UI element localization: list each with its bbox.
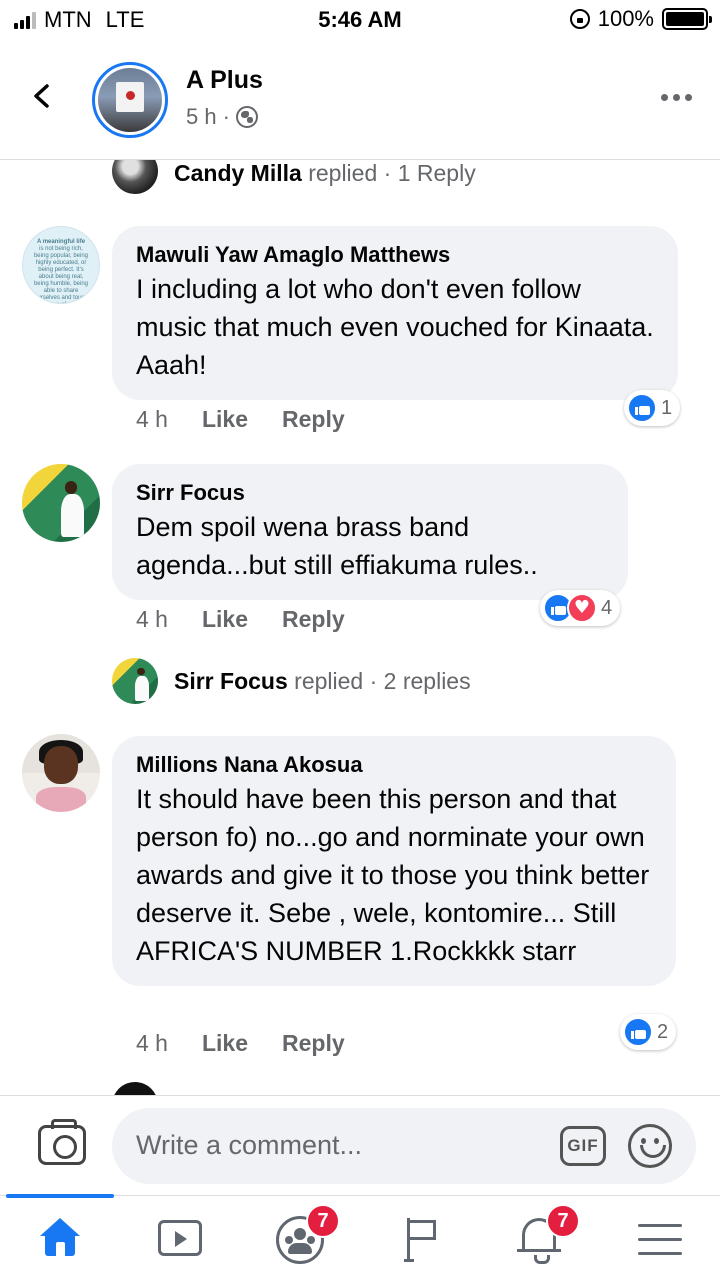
comment-author[interactable]: Millions Nana Akosua [136, 750, 652, 780]
comments-feed: Candy Milla replied · 1 Reply A meaningf… [0, 160, 720, 1095]
avatar[interactable] [112, 658, 158, 704]
comment-time: 4 h [136, 406, 168, 432]
orientation-lock-icon [569, 9, 590, 29]
comment-author[interactable]: Sirr Focus [136, 478, 604, 508]
page-name[interactable]: A Plus [186, 66, 263, 95]
notification-badge: 7 [306, 1204, 340, 1238]
more-options-icon[interactable] [661, 94, 692, 101]
comment-text: Dem spoil wena brass band agenda...but s… [136, 512, 538, 580]
globe-icon [235, 106, 258, 128]
avatar[interactable] [112, 1082, 158, 1095]
hamburger-menu-icon [638, 1224, 682, 1256]
avatar[interactable] [22, 734, 100, 812]
reply-verb: replied [308, 160, 378, 186]
comment-text: I including a lot who don't even follow … [136, 274, 654, 380]
reaction-summary[interactable]: 4 [540, 590, 621, 626]
comment-bubble[interactable]: Mawuli Yaw Amaglo Matthews I including a… [112, 226, 678, 400]
avatar[interactable]: A meaningful life is not being rich, bein… [22, 226, 100, 304]
watch-icon [158, 1220, 202, 1256]
reply-button[interactable]: Reply [282, 406, 345, 433]
replies-link[interactable]: Candy Milla replied · 1 Reply [174, 160, 476, 187]
post-meta: 5 h · [186, 104, 258, 130]
post-header: A Plus 5 h · [0, 40, 720, 160]
reply-count: 1 Reply [397, 160, 476, 186]
gif-icon[interactable]: GIF [560, 1126, 606, 1166]
reaction-count: 1 [661, 396, 673, 419]
reaction-summary[interactable]: 2 [620, 1014, 677, 1050]
like-reaction-icon [627, 393, 657, 423]
status-right: 100% [569, 6, 712, 32]
tab-groups[interactable]: 7 [270, 1204, 340, 1268]
reply-separator: · [369, 668, 378, 694]
tab-watch[interactable] [150, 1208, 210, 1268]
reply-author: Sirr Focus [174, 668, 288, 694]
love-reaction-icon [567, 593, 597, 623]
avatar[interactable] [112, 160, 158, 194]
comment-actions: 4 h Like Reply [136, 606, 345, 633]
reply-verb: replied [294, 668, 364, 694]
flag-icon [404, 1218, 440, 1262]
like-button[interactable]: Like [202, 406, 248, 433]
tab-notifications[interactable]: 7 [510, 1204, 580, 1268]
reply-author: Candy Milla [174, 160, 302, 186]
reply-separator: · [383, 160, 392, 186]
reply-button[interactable]: Reply [282, 1030, 345, 1057]
replies-link[interactable]: Sirr Focus replied · 2 replies [174, 668, 471, 695]
comment-time: 4 h [136, 606, 168, 632]
emoji-icon[interactable] [628, 1124, 672, 1168]
reply-count: 2 replies [383, 668, 471, 694]
comment-time: 4 h [136, 1030, 168, 1056]
comment-actions: 4 h Like Reply [136, 1030, 345, 1057]
comment-composer: Write a comment... GIF [0, 1095, 720, 1195]
notification-badge: 7 [546, 1204, 580, 1238]
tab-home[interactable] [30, 1208, 90, 1268]
comment-bubble[interactable]: Sirr Focus Dem spoil wena brass band age… [112, 464, 628, 600]
page-avatar[interactable] [92, 62, 168, 138]
reply-button[interactable]: Reply [282, 606, 345, 633]
comment-input[interactable]: Write a comment... GIF [112, 1108, 696, 1184]
post-time[interactable]: 5 h [186, 104, 217, 130]
comment-text: It should have been this person and that… [136, 784, 650, 966]
camera-icon[interactable] [38, 1119, 86, 1165]
home-icon [38, 1218, 82, 1258]
bottom-tab-bar: 7 7 [0, 1194, 720, 1280]
battery-icon [662, 8, 712, 30]
status-bar: MTN LTE 5:46 AM 100% [0, 0, 720, 40]
tab-menu[interactable] [630, 1208, 690, 1268]
like-reaction-icon [623, 1017, 653, 1047]
like-button[interactable]: Like [202, 606, 248, 633]
reaction-count: 2 [657, 1020, 669, 1043]
comment-placeholder: Write a comment... [136, 1130, 363, 1160]
comment-actions: 4 h Like Reply [136, 406, 345, 433]
active-tab-indicator [6, 1194, 114, 1198]
like-button[interactable]: Like [202, 1030, 248, 1057]
reaction-count: 4 [601, 596, 613, 619]
comment-author[interactable]: Mawuli Yaw Amaglo Matthews [136, 240, 654, 270]
avatar[interactable] [22, 464, 100, 542]
reaction-summary[interactable]: 1 [624, 390, 681, 426]
meta-separator: · [222, 104, 230, 129]
back-icon[interactable] [30, 84, 54, 108]
comment-bubble[interactable]: Millions Nana Akosua It should have been… [112, 736, 676, 986]
battery-percent: 100% [597, 6, 654, 31]
tab-pages[interactable] [390, 1208, 450, 1268]
